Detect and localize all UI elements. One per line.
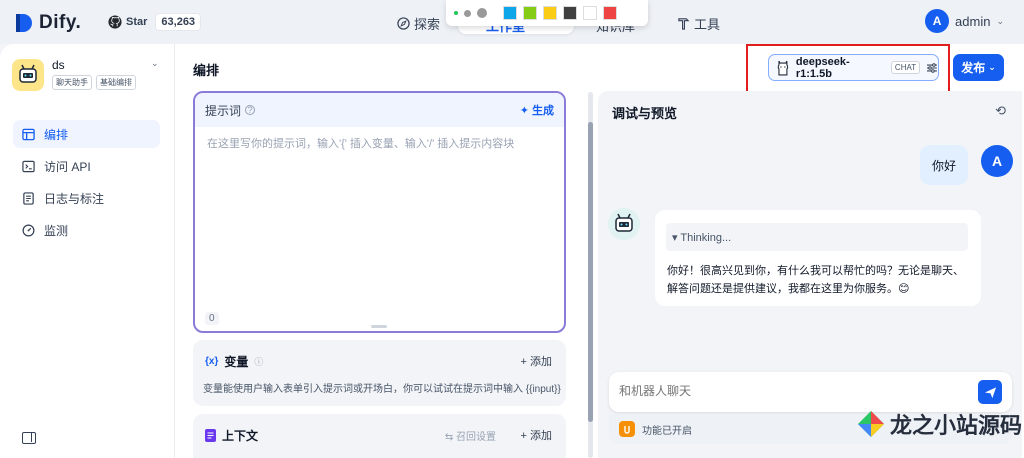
variable-icon: {x} xyxy=(205,356,219,367)
variables-description: 变量能使用户输入表单引入提示词或开场白，你可以试试在提示词中输入 {{input… xyxy=(203,384,561,395)
sidebar: ds ⌄ 聊天助手 基础编排 编排 访问 API 日志与标注 监测 xyxy=(0,44,175,458)
color-swatch-blue[interactable] xyxy=(503,6,517,20)
chevron-down-icon: ⌄ xyxy=(988,62,996,72)
github-icon xyxy=(108,15,122,29)
info-icon: ? xyxy=(245,105,256,115)
sparkle-icon: ✦ xyxy=(519,104,529,117)
robot-icon xyxy=(615,213,633,232)
panel-scrollbar[interactable] xyxy=(584,92,594,458)
add-variable-button[interactable]: + 添加 xyxy=(521,353,553,369)
app-tags: 聊天助手 基础编排 xyxy=(52,75,136,90)
plus-icon: + xyxy=(520,356,527,368)
doc-icon xyxy=(23,191,34,205)
variables-title: 变量 xyxy=(224,355,249,369)
top-nav: Dify. Star 63,263 探索 工作室 知识库 工具 A admin … xyxy=(0,0,1024,44)
info-icon: ⓘ xyxy=(254,357,264,367)
avatar: A xyxy=(925,9,950,33)
debug-title: 调试与预览 xyxy=(612,106,678,121)
settings-icon: ⇆ xyxy=(444,432,454,443)
gauge-icon xyxy=(22,224,35,236)
pen-size-large-icon[interactable] xyxy=(477,8,487,18)
watermark-text: 龙之小站源码 xyxy=(890,414,1023,439)
robot-icon xyxy=(19,64,37,83)
user-message: 你好 xyxy=(920,145,968,185)
chat-input-box xyxy=(609,372,1012,412)
page-title: 编排 xyxy=(193,63,220,78)
color-swatch-green[interactable] xyxy=(523,6,537,20)
sidebar-item-orchestrate[interactable]: 编排 xyxy=(13,120,160,148)
layout-icon xyxy=(22,128,35,140)
context-section: 上下文 ⇆ 召回设置 + 添加 xyxy=(193,414,566,458)
scrollbar-thumb[interactable] xyxy=(588,122,593,422)
user-menu[interactable]: A admin ⌄ xyxy=(925,9,1004,33)
bot-avatar xyxy=(608,208,640,240)
chevron-down-icon: ⌄ xyxy=(996,15,1004,26)
feature-icon xyxy=(619,421,635,437)
hammer-icon xyxy=(678,18,690,30)
color-swatch-red[interactable] xyxy=(603,6,617,20)
features-status: 功能已开启 xyxy=(642,425,692,437)
send-icon xyxy=(984,386,996,398)
terminal-icon xyxy=(22,160,35,172)
main-panel: 编排 deepseek-r1:1.5b CHAT 发布 ⌄ 提示词 ? ✦ 生成… xyxy=(175,44,1024,458)
annotation-toolbar xyxy=(446,0,648,26)
app-icon[interactable] xyxy=(12,59,44,91)
recall-settings-button[interactable]: ⇆ 召回设置 xyxy=(445,428,496,443)
chat-input[interactable] xyxy=(619,384,969,398)
app-type-tag: 聊天助手 xyxy=(52,75,92,90)
watermark-logo-icon xyxy=(856,409,886,439)
sidebar-item-monitor[interactable]: 监测 xyxy=(13,216,160,244)
nav-tools[interactable]: 工具 xyxy=(677,14,720,33)
prompt-header: 提示词 ? ✦ 生成 xyxy=(195,93,564,127)
publish-button[interactable]: 发布 ⌄ xyxy=(953,54,1004,81)
collapse-sidebar-icon[interactable] xyxy=(22,432,36,444)
color-swatch-white[interactable] xyxy=(583,6,597,20)
sidebar-item-logs[interactable]: 日志与标注 xyxy=(13,184,160,212)
prompt-editor[interactable]: 提示词 ? ✦ 生成 在这里写你的提示词，输入'{' 插入变量、输入'/' 插入… xyxy=(193,91,566,333)
send-button[interactable] xyxy=(978,380,1002,404)
prompt-char-count: 0 xyxy=(205,312,219,325)
compass-icon xyxy=(397,17,410,30)
bot-message-text: 你好！很高兴见到你，有什么我可以帮忙的吗？无论是聊天、解答问题还是提供建议，我都… xyxy=(667,265,964,295)
watermark: 龙之小站源码 xyxy=(856,408,1022,440)
prompt-label: 提示词 xyxy=(205,103,242,118)
resize-handle[interactable] xyxy=(371,325,387,328)
github-star-label: Star xyxy=(126,16,148,28)
brand-logo[interactable]: Dify. xyxy=(14,12,81,34)
prompt-placeholder[interactable]: 在这里写你的提示词，输入'{' 插入变量、输入'/' 插入提示内容块 xyxy=(195,127,564,159)
sidebar-item-api[interactable]: 访问 API xyxy=(13,152,160,180)
color-swatch-black[interactable] xyxy=(563,6,577,20)
variables-section: {x} 变量 ⓘ + 添加 变量能使用户输入表单引入提示词或开场白，你可以试试在… xyxy=(193,340,566,406)
user-avatar: A xyxy=(981,145,1013,177)
nav-explore[interactable]: 探索 xyxy=(397,14,440,33)
refresh-icon[interactable]: ⟲ xyxy=(995,103,1006,119)
github-star-button[interactable]: Star 63,263 xyxy=(108,13,202,31)
github-star-count: 63,263 xyxy=(155,13,202,31)
plus-icon: + xyxy=(520,430,527,442)
dify-logo-icon xyxy=(14,13,34,33)
context-title: 上下文 xyxy=(222,429,259,443)
chevron-down-icon[interactable]: ⌄ xyxy=(151,58,159,69)
user-name: admin xyxy=(955,13,991,29)
pen-size-medium-icon[interactable] xyxy=(464,9,471,17)
debug-preview-panel: 调试与预览 ⟲ 你好 A ▾ Thinking... 你好！很高兴见到你，有什么… xyxy=(598,91,1022,458)
thinking-toggle[interactable]: ▾ Thinking... xyxy=(666,223,968,251)
bot-message: ▾ Thinking... 你好！很高兴见到你，有什么我可以帮忙的吗？无论是聊天… xyxy=(655,210,981,306)
generate-button[interactable]: ✦ 生成 xyxy=(520,102,554,118)
document-icon xyxy=(205,429,216,442)
app-mode-tag: 基础编排 xyxy=(96,75,136,90)
add-context-button[interactable]: + 添加 xyxy=(521,427,553,443)
color-swatch-yellow[interactable] xyxy=(543,6,557,20)
app-name: ds xyxy=(52,58,65,72)
brand-name: Dify. xyxy=(39,12,82,33)
pen-size-small-icon[interactable] xyxy=(454,11,458,15)
